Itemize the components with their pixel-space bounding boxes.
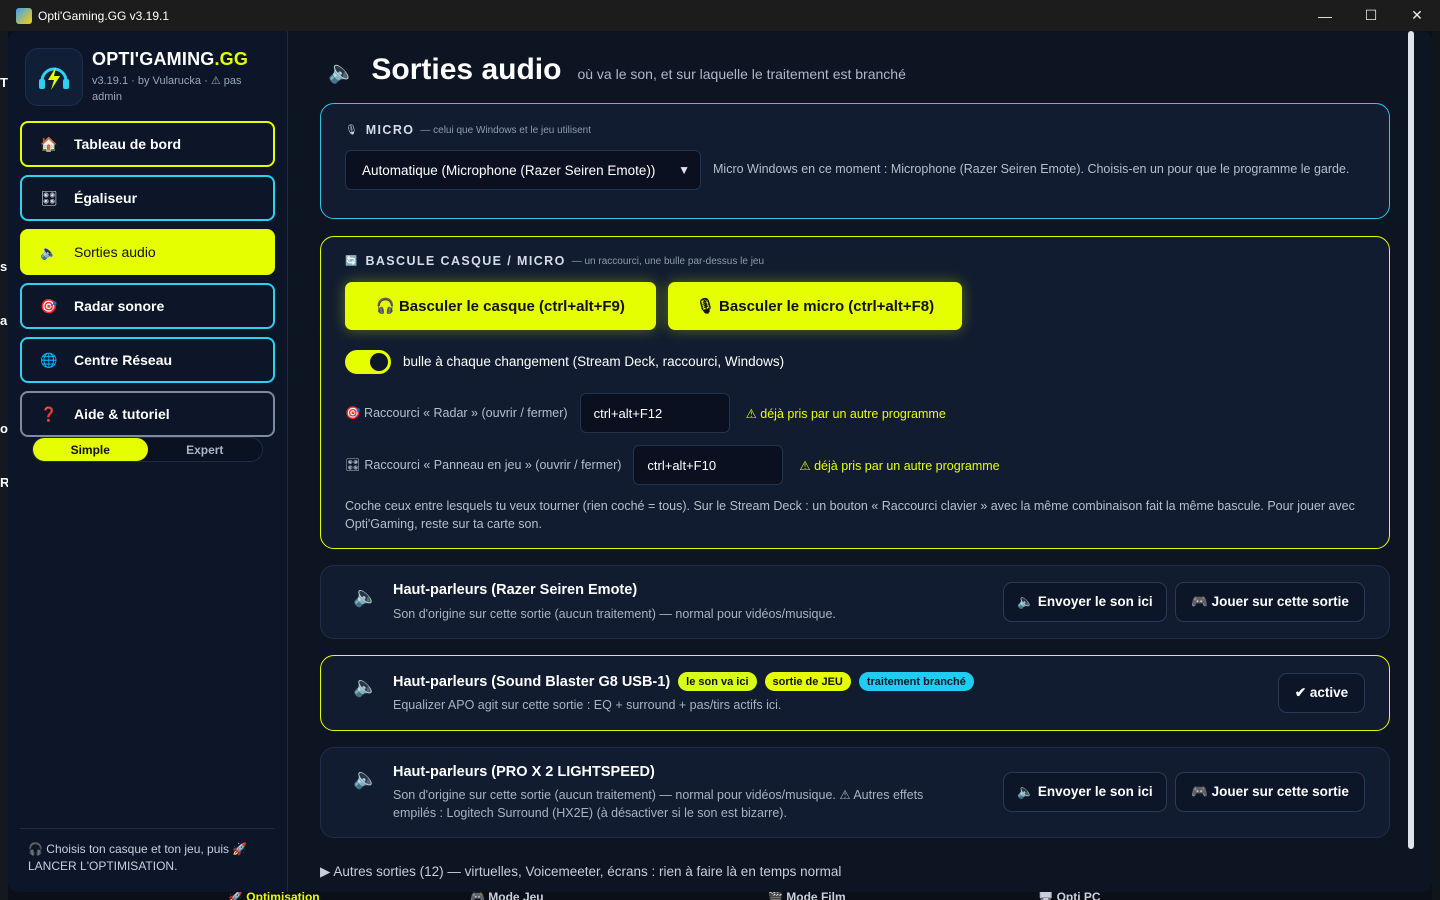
shortcut-panel-input[interactable]: ctrl+alt+F10 xyxy=(633,445,784,485)
app-window: OPTI'GAMING.GG v3.19.1 · by Vularucka · … xyxy=(8,31,1432,892)
status-badge: sortie de JEU xyxy=(764,672,851,691)
sidebar-footer-hint: 🎧 Choisis ton casque et ton jeu, puis 🚀 … xyxy=(20,828,275,875)
shortcut-panel-warning: ⚠ déjà pris par un autre programme xyxy=(799,458,1000,473)
background-tab: 🎮 Mode Jeu xyxy=(470,892,544,900)
active-output-button[interactable]: ✔ active xyxy=(1278,673,1365,713)
play-on-output-button[interactable]: 🎮 Jouer sur cette sortie xyxy=(1175,772,1365,812)
chevron-down-icon: ▼ xyxy=(678,163,690,177)
toggle-icon: 🔄 xyxy=(345,255,358,267)
micro-section-title: 🎙 MICRO — celui que Windows et le jeu ut… xyxy=(345,123,592,137)
background-tab: 🖥 Opti PC xyxy=(1038,892,1101,900)
background-app-right xyxy=(1432,31,1440,900)
micro-note: Micro Windows en ce moment : Microphone … xyxy=(713,162,1350,176)
slider-icon: 🎛 xyxy=(40,189,58,206)
headset-bolt-icon xyxy=(39,67,69,90)
nav-item-label: Tableau de bord xyxy=(74,136,182,152)
background-tab: 🎬 Mode Film xyxy=(768,892,846,900)
speaker-icon: 🔈 xyxy=(353,586,378,608)
question-icon: ❓ xyxy=(40,405,58,422)
target-icon: 🎯 xyxy=(40,297,58,314)
micro-select[interactable]: Automatique (Microphone (Razer Seiren Em… xyxy=(345,150,701,190)
shortcut-radar-input[interactable]: ctrl+alt+F12 xyxy=(579,393,730,433)
shortcut-radar-warning: ⚠ déjà pris par un autre programme xyxy=(745,406,946,421)
play-on-output-button[interactable]: 🎮 Jouer sur cette sortie xyxy=(1175,582,1365,622)
speaker-icon: 🔈 xyxy=(40,243,58,260)
toggle-headset-button[interactable]: 🎧 Basculer le casque (ctrl+alt+F9) xyxy=(345,282,656,330)
output-description: Son d'origine sur cette sortie (aucun tr… xyxy=(393,607,836,621)
brand-name: OPTI'GAMING.GG xyxy=(92,49,249,69)
speaker-icon: 🔈 xyxy=(353,768,378,790)
nav-item-network-center[interactable]: 🌐 Centre Réseau xyxy=(20,337,275,383)
output-card: 🔈 Haut-parleurs (Razer Seiren Emote) Son… xyxy=(320,565,1390,639)
nav-item-sound-radar[interactable]: 🎯 Radar sonore xyxy=(20,283,275,329)
nav-item-dashboard[interactable]: 🏠 Tableau de bord xyxy=(20,121,275,167)
output-title: Haut-parleurs (Razer Seiren Emote) xyxy=(393,582,638,598)
nav-item-audio-outputs[interactable]: 🔈 Sorties audio xyxy=(20,229,275,275)
bubble-switch[interactable] xyxy=(345,350,391,374)
house-icon: 🏠 xyxy=(40,135,58,152)
page-header: 🔈 Sorties audio où va le son, et sur laq… xyxy=(328,53,906,87)
shortcut-radar-label: 🎯 Raccourci « Radar » (ouvrir / fermer) xyxy=(345,405,568,420)
sidebar: OPTI'GAMING.GG v3.19.1 · by Vularucka · … xyxy=(8,31,288,892)
toggle-note: Coche ceux entre lesquels tu veux tourne… xyxy=(345,499,1355,531)
toggle-section-title: 🔄 BASCULE CASQUE / MICRO — un raccourci,… xyxy=(345,254,765,268)
nav-item-label: Égaliseur xyxy=(74,190,138,206)
page-title: Sorties audio xyxy=(371,53,562,86)
sidebar-nav: 🏠 Tableau de bord 🎛 Égaliseur 🔈 Sorties … xyxy=(20,121,275,445)
nav-item-help[interactable]: ❓ Aide & tutoriel xyxy=(20,391,275,437)
output-description: Son d'origine sur cette sortie (aucun tr… xyxy=(393,788,924,820)
switch-knob xyxy=(370,353,388,371)
brand-subtitle: v3.19.1 · by Vularucka · ⚠ pas admin xyxy=(92,75,242,103)
micro-card: 🎙 MICRO — celui que Windows et le jeu ut… xyxy=(320,103,1390,219)
window-controls: — ☐ ✕ xyxy=(1302,0,1440,31)
maximize-button[interactable]: ☐ xyxy=(1348,0,1394,31)
microphone-icon: 🎙 xyxy=(345,124,358,136)
app-icon xyxy=(16,7,32,24)
bubble-switch-label: bulle à chaque changement (Stream Deck, … xyxy=(403,354,785,369)
output-card: 🔈 Haut-parleurs (PRO X 2 LIGHTSPEED) Son… xyxy=(320,747,1390,838)
shortcut-panel-label: 🎛 Raccourci « Panneau en jeu » (ouvrir /… xyxy=(345,457,622,472)
output-title: Haut-parleurs (PRO X 2 LIGHTSPEED) xyxy=(393,764,655,780)
mode-simple-button[interactable]: Simple xyxy=(33,438,148,461)
output-title: Haut-parleurs (Sound Blaster G8 USB-1) l… xyxy=(393,672,974,691)
speaker-icon: 🔈 xyxy=(328,59,356,84)
send-sound-button[interactable]: 🔈 Envoyer le son ici xyxy=(1003,582,1167,622)
nav-item-label: Centre Réseau xyxy=(74,352,173,368)
output-card-active: 🔈 Haut-parleurs (Sound Blaster G8 USB-1)… xyxy=(320,655,1390,731)
main-content: 🔈 Sorties audio où va le son, et sur laq… xyxy=(288,31,1418,892)
window-title: Opti'Gaming.GG v3.19.1 xyxy=(38,8,170,23)
mode-expert-button[interactable]: Expert xyxy=(148,438,263,461)
brand: OPTI'GAMING.GG v3.19.1 · by Vularucka · … xyxy=(26,49,252,105)
mode-toggle: Simple Expert xyxy=(32,437,263,462)
title-bar: Opti'Gaming.GG v3.19.1 — ☐ ✕ xyxy=(0,0,1440,31)
background-app-bottom: 🚀 Optimisation 🎮 Mode Jeu 🎬 Mode Film 🖥 … xyxy=(8,892,1432,900)
logo xyxy=(26,49,82,105)
send-sound-button[interactable]: 🔈 Envoyer le son ici xyxy=(1003,772,1167,812)
shortcut-radar-row: 🎯 Raccourci « Radar » (ouvrir / fermer) … xyxy=(345,393,946,433)
close-button[interactable]: ✕ xyxy=(1394,0,1440,31)
speaker-icon: 🔈 xyxy=(353,676,378,698)
minimize-button[interactable]: — xyxy=(1302,0,1348,31)
background-app-left: T s a o R xyxy=(0,31,8,900)
toggle-card: 🔄 BASCULE CASQUE / MICRO — un raccourci,… xyxy=(320,236,1390,549)
status-badge: le son va ici xyxy=(678,672,757,691)
globe-icon: 🌐 xyxy=(40,351,58,368)
toggle-mic-button[interactable]: 🎙 Basculer le micro (ctrl+alt+F8) xyxy=(668,282,962,330)
page-subtitle: où va le son, et sur laquelle le traitem… xyxy=(577,66,906,82)
nav-item-label: Radar sonore xyxy=(74,298,165,314)
nav-item-equalizer[interactable]: 🎛 Égaliseur xyxy=(20,175,275,221)
status-badge: traitement branché xyxy=(858,672,974,691)
scrollbar[interactable] xyxy=(1408,31,1414,849)
other-outputs-expander[interactable]: ▶ Autres sorties (12) — virtuelles, Voic… xyxy=(320,864,841,880)
shortcut-panel-row: 🎛 Raccourci « Panneau en jeu » (ouvrir /… xyxy=(345,445,1000,485)
nav-item-label: Sorties audio xyxy=(74,244,156,260)
output-description: Equalizer APO agit sur cette sortie : EQ… xyxy=(393,698,782,712)
background-tab: 🚀 Optimisation xyxy=(228,892,320,900)
nav-item-label: Aide & tutoriel xyxy=(74,406,170,422)
